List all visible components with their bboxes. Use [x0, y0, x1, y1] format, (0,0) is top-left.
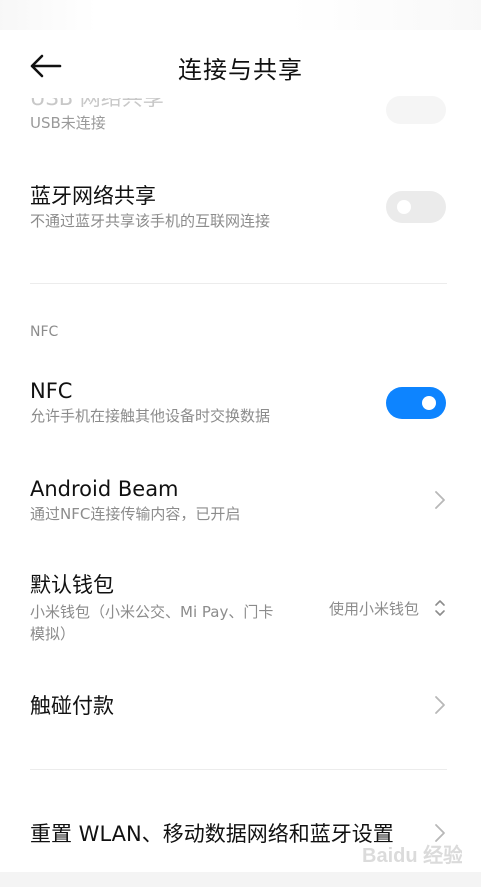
default-wallet-value[interactable]: 使用小米钱包: [329, 598, 419, 619]
divider: [30, 283, 447, 284]
nfc-toggle[interactable]: [386, 387, 446, 419]
settings-list[interactable]: USB 网络共享 USB未连接 蓝牙网络共享 不通过蓝牙共享该手机的互联网连接 …: [0, 0, 481, 887]
android-beam-item[interactable]: Android Beam 通过NFC连接传输内容，已开启: [30, 475, 450, 525]
android-beam-subtitle: 通过NFC连接传输内容，已开启: [30, 505, 241, 523]
divider: [30, 769, 447, 770]
default-wallet-item[interactable]: 默认钱包 小米钱包（小米公交、Mi Pay、门卡 模拟）: [30, 571, 330, 645]
chevron-right-icon: [435, 696, 445, 714]
chevron-up-down-icon: [435, 600, 445, 616]
default-wallet-subtitle-line2: 模拟）: [30, 625, 76, 643]
tap-pay-title: 触碰付款: [30, 694, 114, 718]
toggle-knob: [397, 200, 411, 214]
bottom-strip: [0, 872, 481, 887]
watermark-text: Baidu 经验: [362, 843, 462, 867]
tap-pay-item[interactable]: 触碰付款: [30, 692, 450, 720]
nfc-section-header: NFC: [30, 324, 59, 340]
android-beam-title: Android Beam: [30, 477, 179, 501]
bluetooth-sharing-toggle[interactable]: [386, 191, 446, 223]
default-wallet-title: 默认钱包: [30, 573, 114, 597]
baidu-watermark-logo: Baidu 经验: [362, 843, 462, 867]
usb-sharing-toggle[interactable]: [386, 96, 446, 124]
toggle-knob: [422, 396, 436, 410]
chevron-right-icon: [435, 491, 445, 509]
default-wallet-subtitle-line1: 小米钱包（小米公交、Mi Pay、门卡: [30, 603, 274, 621]
